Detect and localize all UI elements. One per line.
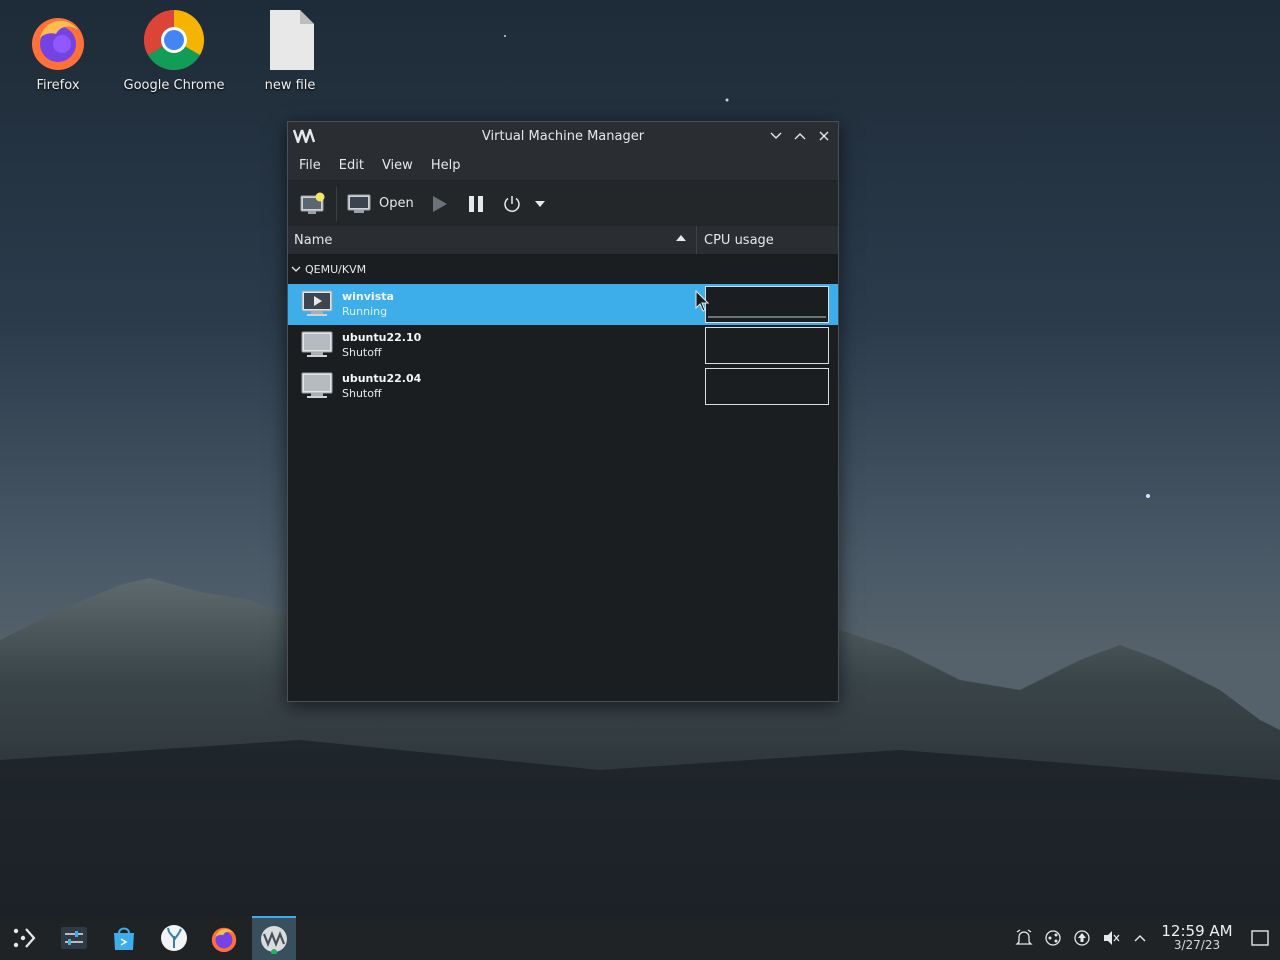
cpu-usage-graph	[705, 368, 829, 405]
window-titlebar[interactable]: Virtual Machine Manager	[288, 122, 838, 151]
list-header: Name CPU usage	[288, 226, 838, 255]
monitor-icon	[347, 194, 371, 213]
tray-connect[interactable]	[1038, 916, 1067, 960]
vm-row-ubuntu22-04[interactable]: ubuntu22.04 Shutoff	[288, 366, 838, 407]
chevron-down-icon	[291, 266, 301, 272]
toolbar: Open	[288, 180, 838, 226]
connection-group-row[interactable]: QEMU/KVM	[288, 255, 838, 284]
application-launcher-button[interactable]	[2, 916, 46, 960]
task-discover[interactable]	[102, 916, 146, 960]
run-button[interactable]	[426, 188, 454, 220]
desktop-icon-label: Google Chrome	[123, 78, 225, 93]
vm-shutoff-icon	[301, 372, 333, 398]
firefox-icon	[32, 18, 84, 70]
coral-app-icon	[161, 925, 187, 951]
vm-name: winvista	[342, 290, 394, 303]
vm-status: Shutoff	[342, 387, 382, 400]
firefox-icon	[211, 927, 237, 953]
show-desktop-icon	[1251, 930, 1269, 946]
virt-manager-logo-icon	[293, 129, 315, 143]
maximize-button[interactable]	[792, 128, 808, 144]
pause-button[interactable]	[462, 188, 490, 220]
close-button[interactable]	[816, 128, 832, 144]
window-title: Virtual Machine Manager	[481, 129, 645, 144]
menubar: File Edit View Help	[288, 151, 838, 180]
new-vm-icon	[300, 192, 325, 214]
clock-date: 3/27/23	[1173, 938, 1221, 952]
menu-edit[interactable]: Edit	[330, 158, 373, 173]
column-header-name-label: Name	[294, 232, 333, 248]
vm-name: ubuntu22.10	[342, 331, 422, 344]
toolbar-separator	[336, 186, 337, 221]
system-tray: 12:59 AM 3/27/23	[1009, 916, 1280, 960]
shutdown-button[interactable]	[498, 188, 526, 220]
digital-clock[interactable]: 12:59 AM 3/27/23	[1160, 922, 1234, 953]
chevron-up-icon	[794, 133, 806, 140]
column-header-name[interactable]: Name	[288, 226, 697, 254]
vm-status: Shutoff	[342, 346, 382, 359]
minimize-button[interactable]	[768, 128, 784, 144]
update-icon	[1073, 930, 1090, 946]
vm-row-ubuntu22-10[interactable]: ubuntu22.10 Shutoff	[288, 325, 838, 366]
cpu-usage-graph	[705, 286, 829, 323]
vm-running-icon	[301, 290, 333, 316]
file-icon	[270, 10, 314, 70]
shopping-bag-icon	[114, 927, 134, 950]
desktop-icon-firefox[interactable]: Firefox	[2, 8, 114, 93]
tray-volume[interactable]	[1096, 916, 1125, 960]
settings-sliders-icon	[61, 927, 87, 949]
column-header-cpu-label: CPU usage	[704, 232, 774, 248]
alarm-bell-icon	[1014, 929, 1033, 945]
chrome-icon	[143, 9, 205, 71]
mouse-cursor-icon	[695, 290, 709, 312]
vm-name: ubuntu22.04	[342, 372, 422, 385]
close-icon	[819, 131, 829, 141]
show-desktop-button[interactable]	[1240, 916, 1280, 960]
task-virt-manager[interactable]	[252, 916, 296, 960]
kdeconnect-icon	[1044, 930, 1061, 946]
chevron-down-icon	[770, 132, 782, 139]
shutdown-menu-button[interactable]	[530, 188, 550, 220]
column-header-cpu[interactable]: CPU usage	[697, 226, 838, 254]
cpu-usage-graph	[705, 327, 829, 364]
new-vm-button[interactable]	[296, 188, 330, 220]
vm-status: Running	[342, 305, 388, 318]
menu-help[interactable]: Help	[422, 158, 470, 173]
tray-expand[interactable]	[1125, 916, 1154, 960]
vm-row-winvista[interactable]: winvista Running	[288, 284, 838, 325]
desktop-icon-label: Firefox	[36, 78, 80, 93]
taskbar: 12:59 AM 3/27/23	[0, 916, 1280, 960]
tray-updates[interactable]	[1067, 916, 1096, 960]
tray-notifications[interactable]	[1009, 916, 1038, 960]
launcher-icon	[13, 928, 36, 948]
pause-icon	[468, 195, 483, 212]
task-firefox[interactable]	[202, 916, 246, 960]
desktop-icon-chrome[interactable]: Google Chrome	[118, 8, 230, 93]
menu-file[interactable]: File	[290, 158, 330, 173]
power-icon	[504, 195, 520, 212]
volume-muted-icon	[1103, 931, 1119, 945]
virt-manager-icon	[261, 926, 287, 954]
virt-manager-window: Virtual Machine Manager File Edit View H…	[287, 121, 839, 702]
cpu-usage-line	[708, 316, 826, 318]
sort-ascending-icon	[676, 235, 686, 241]
open-button[interactable]: Open	[343, 188, 426, 220]
menu-view[interactable]: View	[373, 158, 422, 173]
play-icon	[432, 195, 447, 212]
vm-list: QEMU/KVM winvista Running ubuntu22.10 Sh…	[288, 255, 838, 701]
clock-time: 12:59 AM	[1161, 922, 1233, 940]
task-system-settings[interactable]	[52, 916, 96, 960]
task-app-coral[interactable]	[152, 916, 196, 960]
open-button-label: Open	[379, 196, 414, 211]
desktop-icon-label: new file	[264, 78, 316, 93]
connection-group-label: QEMU/KVM	[305, 263, 367, 276]
desktop-icon-new-file[interactable]: new file	[234, 8, 346, 93]
chevron-up-icon	[1134, 935, 1145, 942]
dropdown-arrow-icon	[534, 200, 545, 207]
vm-shutoff-icon	[301, 331, 333, 357]
